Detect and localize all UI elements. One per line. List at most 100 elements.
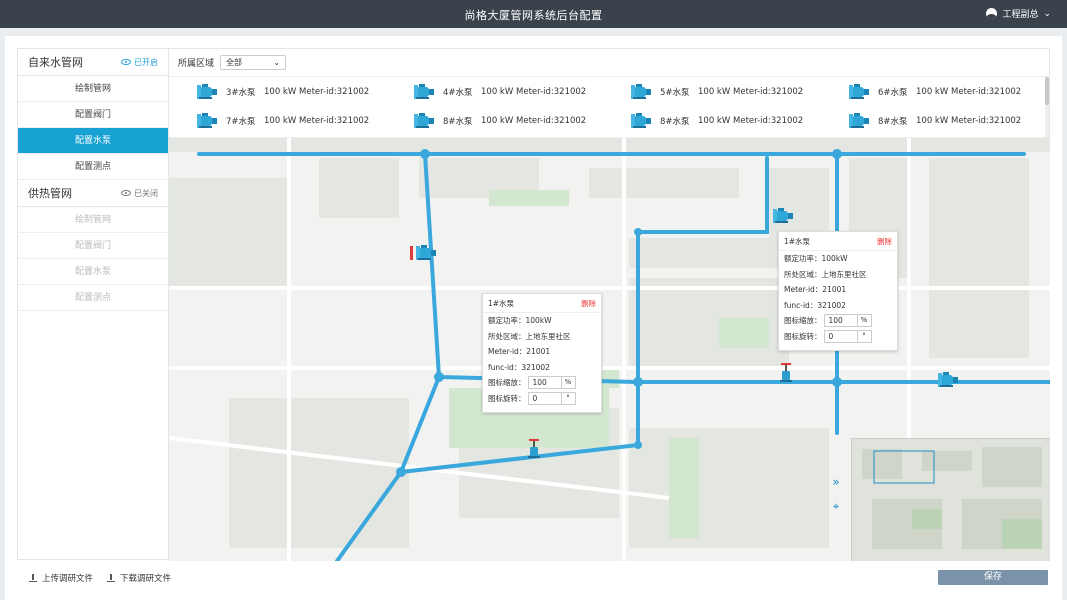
user-name: 工程副总 — [1002, 10, 1039, 20]
pump-meter: Meter-id:321002 — [951, 116, 1022, 126]
chevron-down-icon: ⌄ — [273, 58, 281, 67]
area-select-value: 全部 — [226, 58, 243, 67]
pump-list-item[interactable]: 6#水泵 100 kW Meter-id:321002 — [848, 83, 1021, 101]
heat-item-draw-network: 绘制管网 — [18, 207, 168, 233]
group-water: 自来水管网 已开启 — [18, 49, 168, 76]
sidebar-item-draw-network[interactable]: 绘制管网 — [18, 76, 168, 102]
rotate-label: 图标旋转： — [784, 331, 822, 341]
eye-icon — [121, 190, 131, 196]
map-canvas[interactable]: 1#水泵 删除 额定功率：100kW 所处区域：上地东里社区 Meter-id：2… — [169, 138, 1050, 561]
heat-item-config-valve: 配置阀门 — [18, 233, 168, 259]
pump-list-item[interactable]: 4#水泵 100 kW Meter-id:321002 — [413, 83, 586, 101]
rotate-value: 0 — [532, 393, 538, 403]
main-panel: 所属区域 全部 ⌄ 3#水泵 100 kW Meter-id:321002 4#水泵 1… — [169, 48, 1050, 561]
rotate-input[interactable]: 0 ° — [823, 329, 872, 343]
popup-area: 所处区域：上地东里社区 — [784, 269, 867, 279]
pump-meter: Meter-id:321002 — [733, 87, 804, 97]
eye-icon — [121, 59, 131, 65]
pump-list-item[interactable]: 3#水泵 100 kW Meter-id:321002 — [196, 83, 369, 101]
upload-link[interactable]: 上传调研文件 — [29, 572, 93, 584]
pump-icon — [414, 113, 434, 128]
upload-icon — [29, 574, 37, 582]
download-label: 下载调研文件 — [120, 574, 172, 584]
pump-list-scrollbar[interactable] — [1045, 77, 1049, 138]
sidebar: 自来水管网 已开启 绘制管网 配置阀门 配置水泵 配置测点 供热管网 已关闭 绘… — [17, 48, 169, 560]
rotate-value: 0 — [828, 331, 834, 341]
pump-icon — [631, 84, 651, 99]
content-card: 自来水管网 已开启 绘制管网 配置阀门 配置水泵 配置测点 供热管网 已关闭 绘… — [5, 36, 1062, 600]
heat-item-config-pump: 配置水泵 — [18, 259, 168, 285]
pump-list-item[interactable]: 5#水泵 100 kW Meter-id:321002 — [630, 83, 803, 101]
filter-bar: 所属区域 全部 ⌄ — [169, 49, 1049, 77]
footer-bar: 上传调研文件 下载调研文件 保存 — [17, 561, 1050, 595]
sidebar-item-config-pump[interactable]: 配置水泵 — [18, 128, 168, 154]
upload-label: 上传调研文件 — [42, 574, 94, 584]
rotate-unit: ° — [856, 330, 871, 342]
locate-icon[interactable]: ⌖ — [828, 498, 844, 514]
popup-title: 1#水泵 — [784, 237, 811, 246]
user-avatar-icon — [986, 8, 998, 19]
pump-meter: Meter-id:321002 — [733, 116, 804, 126]
map-pump-icon — [938, 372, 958, 387]
sidebar-item-config-point[interactable]: 配置测点 — [18, 154, 168, 180]
popup-area: 所处区域：上地东里社区 — [488, 331, 571, 341]
heat-item-config-point: 配置测点 — [18, 285, 168, 311]
pump-icon — [849, 84, 869, 99]
top-bar: 尚格大厦管网系统后台配置 工程副总 ⌄ — [0, 0, 1067, 28]
pump-icon — [197, 84, 217, 99]
pump-name: 8#水泵 — [443, 117, 473, 127]
pump-meter: Meter-id:321002 — [516, 116, 587, 126]
pump-list-item[interactable]: 8#水泵 100 kW Meter-id:321002 — [413, 112, 586, 130]
popup-func: func-id：321002 — [488, 362, 550, 372]
pump-list: 3#水泵 100 kW Meter-id:321002 4#水泵 100 kW Meter… — [169, 77, 1049, 138]
area-filter-label: 所属区域 — [178, 59, 215, 69]
minimap[interactable] — [851, 438, 1050, 561]
pump-name: 6#水泵 — [878, 88, 908, 98]
app-title: 尚格大厦管网系统后台配置 — [464, 9, 603, 22]
pump-meter: Meter-id:321002 — [299, 116, 370, 126]
popup-func: func-id：321002 — [784, 300, 846, 310]
scale-input[interactable]: 100% — [527, 376, 576, 390]
group-heat: 供热管网 已关闭 — [18, 180, 168, 207]
expand-icon[interactable]: » — [828, 474, 844, 490]
pump-popup: 1#水泵 删除 额定功率：100kW 所处区域：上地东里社区 Meter-id：2… — [778, 231, 898, 351]
pump-power: 100 kW — [698, 87, 731, 97]
scale-unit: % — [856, 315, 871, 327]
pump-meter: Meter-id:321002 — [516, 87, 587, 97]
popup-delete-link[interactable]: 删除 — [581, 298, 596, 309]
pump-list-item[interactable]: 7#水泵 100 kW Meter-id:321002 — [196, 112, 369, 130]
pump-icon — [849, 113, 869, 128]
popup-delete-link[interactable]: 删除 — [877, 236, 892, 247]
pump-name: 3#水泵 — [226, 88, 256, 98]
chevron-down-icon: ⌄ — [1043, 8, 1051, 19]
water-status-label: 已开启 — [134, 57, 158, 67]
rotate-unit: ° — [560, 392, 575, 404]
pump-list-item[interactable]: 8#水泵 100 kW Meter-id:321002 — [630, 112, 803, 130]
popup-meter: Meter-id：21001 — [784, 285, 847, 295]
scale-label: 图标缩放： — [488, 378, 526, 388]
pump-name: 7#水泵 — [226, 117, 256, 127]
scale-input[interactable]: 100% — [823, 314, 872, 328]
user-menu[interactable]: 工程副总 ⌄ — [986, 7, 1051, 20]
pump-list-item[interactable]: 8#水泵 100 kW Meter-id:321002 — [848, 112, 1021, 130]
rotate-input[interactable]: 0 ° — [527, 391, 576, 405]
scale-value: 100 — [532, 378, 547, 388]
pump-name: 4#水泵 — [443, 88, 473, 98]
heat-status-toggle[interactable]: 已关闭 — [121, 188, 158, 199]
pump-power: 100 kW — [916, 87, 949, 97]
rotate-label: 图标旋转： — [488, 393, 526, 403]
minimap-svg — [852, 439, 1050, 561]
popup-power: 额定功率：100kW — [488, 316, 552, 326]
sidebar-item-config-valve[interactable]: 配置阀门 — [18, 102, 168, 128]
save-button[interactable]: 保存 — [938, 570, 1048, 585]
scale-label: 图标缩放： — [784, 316, 822, 326]
heat-status-label: 已关闭 — [134, 188, 158, 198]
group-heat-title: 供热管网 — [28, 187, 72, 200]
pump-name: 5#水泵 — [660, 88, 690, 98]
pump-power: 100 kW — [264, 116, 297, 126]
pump-icon — [631, 113, 651, 128]
water-status-toggle[interactable]: 已开启 — [121, 57, 158, 68]
download-link[interactable]: 下载调研文件 — [107, 572, 171, 584]
popup-power: 额定功率：100kW — [784, 254, 848, 264]
area-select[interactable]: 全部 ⌄ — [220, 55, 287, 70]
